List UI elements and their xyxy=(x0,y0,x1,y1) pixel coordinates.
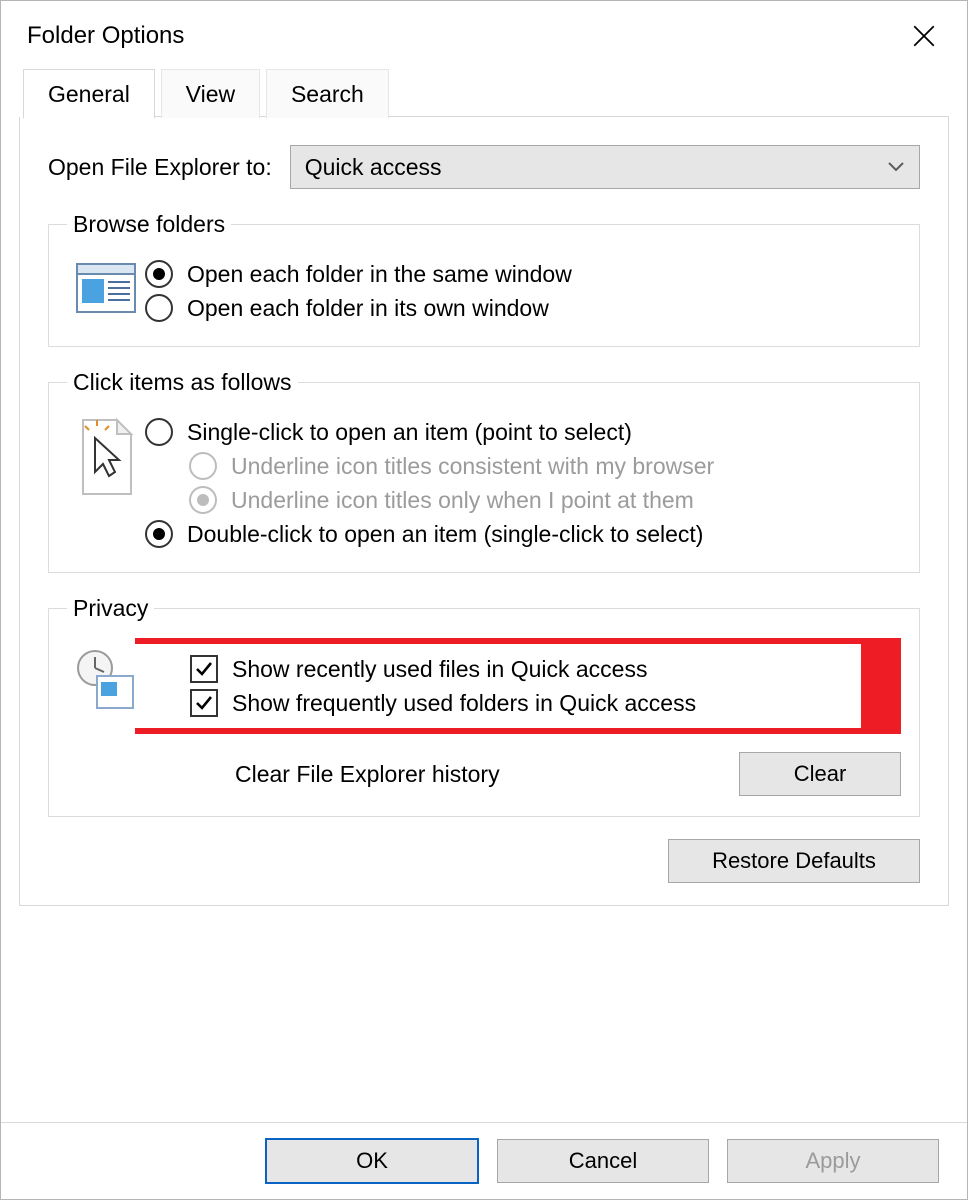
radio-icon xyxy=(145,520,173,548)
apply-button[interactable]: Apply xyxy=(727,1139,939,1183)
dialog-footer: OK Cancel Apply xyxy=(1,1122,967,1199)
tab-search[interactable]: Search xyxy=(266,69,389,118)
checkbox-icon xyxy=(190,655,218,683)
radio-single-click-label: Single-click to open an item (point to s… xyxy=(187,419,632,446)
client-area: General View Search Open File Explorer t… xyxy=(1,59,967,906)
radio-own-window[interactable]: Open each folder in its own window xyxy=(145,294,901,322)
click-items-legend: Click items as follows xyxy=(67,369,298,396)
dialog-title: Folder Options xyxy=(27,22,184,50)
radio-double-click-label: Double-click to open an item (single-cli… xyxy=(187,521,703,548)
tab-general[interactable]: General xyxy=(23,69,155,119)
radio-underline-browser: Underline icon titles consistent with my… xyxy=(189,452,901,480)
radio-single-click[interactable]: Single-click to open an item (point to s… xyxy=(145,418,901,446)
radio-underline-browser-label: Underline icon titles consistent with my… xyxy=(231,453,714,480)
check-frequent-folders[interactable]: Show frequently used folders in Quick ac… xyxy=(190,689,851,717)
tab-page-general: Open File Explorer to: Quick access Brow… xyxy=(19,117,949,906)
privacy-legend: Privacy xyxy=(67,595,154,622)
check-frequent-folders-label: Show frequently used folders in Quick ac… xyxy=(232,690,696,717)
privacy-group: Privacy xyxy=(48,595,920,817)
open-file-explorer-label: Open File Explorer to: xyxy=(48,154,272,181)
radio-icon xyxy=(145,294,173,322)
radio-same-window-label: Open each folder in the same window xyxy=(187,261,572,288)
radio-own-window-label: Open each folder in its own window xyxy=(187,295,549,322)
clear-history-label: Clear File Explorer history xyxy=(235,761,500,788)
radio-icon xyxy=(189,486,217,514)
open-file-explorer-row: Open File Explorer to: Quick access xyxy=(48,145,920,189)
history-icon xyxy=(67,638,145,714)
highlight-annotation: Show recently used files in Quick access… xyxy=(135,638,901,734)
cursor-page-icon xyxy=(67,412,145,498)
browse-folders-legend: Browse folders xyxy=(67,211,231,238)
window-icon xyxy=(67,254,145,316)
check-recent-files-label: Show recently used files in Quick access xyxy=(232,656,647,683)
folder-options-dialog: Folder Options General View Search Open … xyxy=(0,0,968,1200)
clear-button[interactable]: Clear xyxy=(739,752,901,796)
open-file-explorer-combo[interactable]: Quick access xyxy=(290,145,920,189)
tab-bar: General View Search xyxy=(23,69,949,117)
restore-defaults-button[interactable]: Restore Defaults xyxy=(668,839,920,883)
open-file-explorer-value: Quick access xyxy=(305,154,442,181)
click-items-group: Click items as follows xyxy=(48,369,920,573)
radio-icon xyxy=(145,418,173,446)
checkbox-icon xyxy=(190,689,218,717)
check-recent-files[interactable]: Show recently used files in Quick access xyxy=(190,655,851,683)
tab-view[interactable]: View xyxy=(161,69,260,118)
ok-button[interactable]: OK xyxy=(265,1138,479,1184)
radio-icon xyxy=(145,260,173,288)
close-icon xyxy=(911,23,937,49)
close-button[interactable] xyxy=(901,13,947,59)
radio-icon xyxy=(189,452,217,480)
chevron-down-icon xyxy=(887,155,905,179)
radio-underline-point: Underline icon titles only when I point … xyxy=(189,486,901,514)
radio-double-click[interactable]: Double-click to open an item (single-cli… xyxy=(145,520,901,548)
titlebar: Folder Options xyxy=(1,1,967,59)
cancel-button[interactable]: Cancel xyxy=(497,1139,709,1183)
radio-underline-point-label: Underline icon titles only when I point … xyxy=(231,487,694,514)
browse-folders-group: Browse folders xyxy=(48,211,920,347)
radio-same-window[interactable]: Open each folder in the same window xyxy=(145,260,901,288)
